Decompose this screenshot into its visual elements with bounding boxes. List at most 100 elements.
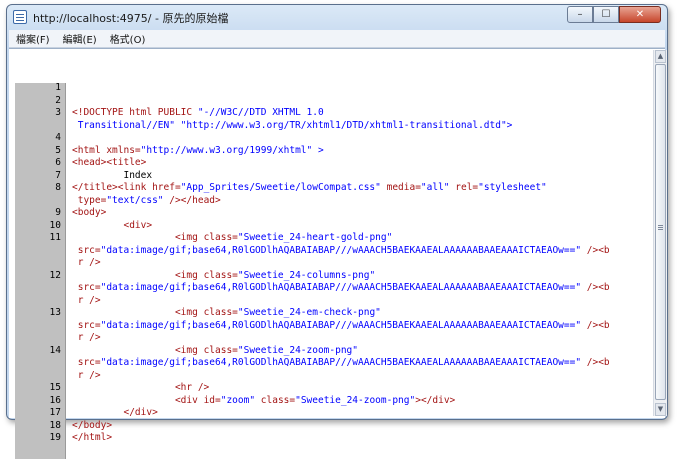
notepad-icon[interactable] [13,10,27,24]
code-token: </div> [72,407,158,418]
code-token: "Sweetie_24-em-check-png" [237,307,381,318]
code-token: src= [72,282,101,293]
code-token: Index [72,169,153,181]
line-number: 9 [55,207,61,218]
code-line: r /> [9,295,649,307]
minimize-icon: – [577,9,583,20]
code-line: Transitional//EN" "http://www.w3.org/TR/… [9,120,649,132]
code-token: </html> [72,432,113,443]
window-title: http://localhost:4975/ - 原先的原始檔 [33,12,229,25]
line-number: 7 [55,169,61,181]
code-text: src="data:image/gif;base64,R0lGODlhAQABA… [72,357,610,369]
code-line: 3 <!DOCTYPE html PUBLIC "-//W3C//DTD XHTM… [9,107,649,119]
line-number: 19 [49,432,61,443]
code-text: <div id="zoom" class="Sweetie_24-zoom-pn… [72,395,455,407]
code-token: /><b [586,357,610,368]
scroll-up-arrow-icon[interactable]: ▲ [655,50,666,63]
menu-format[interactable]: 格式(O) [103,31,152,46]
code-token: class= [203,269,238,281]
code-text: src="data:image/gif;base64,R0lGODlhAQABA… [72,245,610,257]
code-token: "data:image/gif;base64,R0lGODlhAQABAIABA… [100,244,587,256]
code-token: "-//W3C//DTD XHTML 1.0 [197,107,324,118]
code-token: /><b [586,244,610,256]
line-number: 3 [55,107,61,118]
code-text: Transitional//EN" "http://www.w3.org/TR/… [72,120,513,132]
code-line: 14 <img class="Sweetie_24-zoom-png" [9,345,649,357]
code-token: r /> [72,257,101,268]
code-line: 10 <div> [9,220,649,232]
code-text: <img class="Sweetie_24-zoom-png" [72,345,358,357]
code-line: 5 <html xmlns="http://www.w3.org/1999/xht… [9,145,649,157]
code-token: type= [72,194,107,206]
code-line: src="data:image/gif;base64,R0lGODlhAQABA… [9,357,649,369]
code-text: src="data:image/gif;base64,R0lGODlhAQABA… [72,320,610,332]
code-text: <img class="Sweetie_24-columns-png" [72,270,375,282]
close-icon: ✕ [635,9,645,20]
code-token: src= [72,244,101,256]
code-line: 16 <div id="zoom" class="Sweetie_24-zoom… [9,395,649,407]
code-text: <body> [72,207,106,219]
code-line: 9 <body> [9,207,649,219]
line-number: 5 [55,144,61,156]
code-token: src= [72,319,101,331]
code-token: <head><title> [72,157,147,168]
code-token: media= [386,182,421,193]
line-number: 10 [49,219,61,231]
maximize-button[interactable]: ☐ [593,6,619,23]
close-button[interactable]: ✕ [619,6,661,23]
code-token: "stylesheet" [478,182,547,193]
code-token: href= [152,182,181,193]
code-text: r /> [72,370,101,382]
code-token: <div [72,394,204,406]
code-text: <img class="Sweetie_24-heart-gold-png" [72,232,392,244]
caption-buttons: – ☐ ✕ [567,6,661,24]
code-text: <img class="Sweetie_24-em-check-png" [72,307,381,319]
source-text-area[interactable]: 1 2 3 <!DOCTYPE html PUBLIC "-//W3C//DTD XH… [9,82,649,459]
code-token: src= [72,357,101,368]
scrollbar-thumb[interactable] [655,64,666,400]
code-line: r /> [9,370,649,382]
line-number: 6 [55,157,61,168]
code-token: "App_Sprites/Sweetie/lowCompat.css" [180,182,387,193]
code-token: ></div> [415,394,456,406]
editor-client[interactable]: 1 2 3 <!DOCTYPE html PUBLIC "-//W3C//DTD XH… [9,48,665,459]
title-bar[interactable]: http://localhost:4975/ - 原先的原始檔 – ☐ ✕ [7,5,667,29]
menu-bar: 檔案(F) 編輯(E) 格式(O) [9,30,665,48]
vertical-scrollbar[interactable]: ▲ ▼ [653,50,667,416]
code-text: <div> [72,220,152,232]
code-line: r /> [9,332,649,344]
code-text: r /> [72,257,101,269]
code-token: /></head> [169,194,221,206]
code-token: "text/css" [106,194,170,206]
code-line: 11 <img class="Sweetie_24-heart-gold-png… [9,232,649,244]
code-token: "zoom" [220,394,261,406]
code-text: </title><link href="App_Sprites/Sweetie/… [72,182,547,194]
code-token: "http://www.w3.org/1999/xhtml" > [140,144,324,156]
line-number: 13 [49,307,61,318]
code-line: type="text/css" /></head> [9,195,649,207]
code-text: <head><title> [72,157,146,169]
code-token: <img [72,307,204,318]
code-line: 13 <img class="Sweetie_24-em-check-png" [9,307,649,319]
code-line: 8 </title><link href="App_Sprites/Sweetie… [9,182,649,194]
code-text: </div> [72,407,158,419]
scroll-down-arrow-icon[interactable]: ▼ [655,403,666,416]
menu-file[interactable]: 檔案(F) [9,31,56,46]
grip-icon [658,225,663,226]
code-token: <img [72,269,204,281]
code-line: 7 Index [9,170,649,182]
code-token: class= [260,394,296,406]
code-token: /><b [586,282,610,293]
code-token: </title><link [72,182,153,193]
line-number: 16 [49,394,61,406]
menu-edit[interactable]: 編輯(E) [56,31,103,46]
code-token: xmlns= [106,144,141,156]
code-line: 15 <hr /> [9,382,649,394]
line-number: 11 [49,232,61,243]
code-token: "Sweetie_24-heart-gold-png" [237,232,393,243]
line-number: 8 [55,182,61,193]
code-text: <html xmlns="http://www.w3.org/1999/xhtm… [72,145,324,157]
code-token: <hr /> [72,382,210,393]
code-token: "Sweetie_24-zoom-png" [237,344,358,356]
minimize-button[interactable]: – [567,6,593,23]
